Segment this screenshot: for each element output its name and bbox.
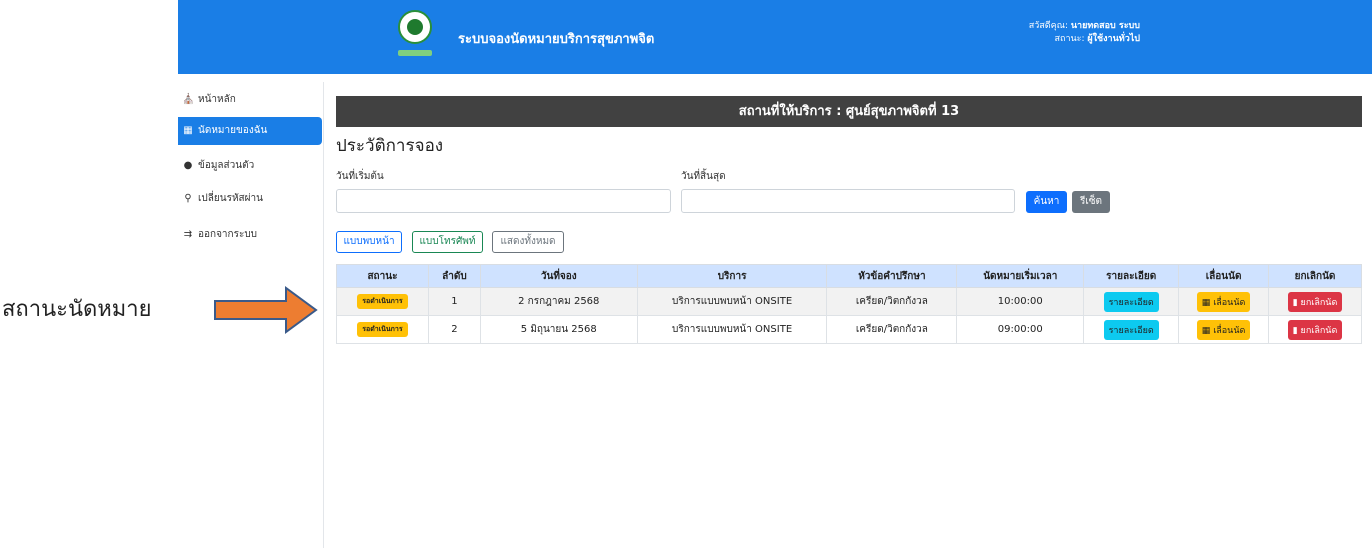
column-header: เลื่อนนัด <box>1178 264 1270 288</box>
order-cell: 2 <box>427 315 481 344</box>
key-icon: ⚲ <box>184 193 192 204</box>
sidebar-item-profile[interactable]: ● ข้อมูลส่วนตัว <box>178 152 322 180</box>
top-header <box>178 0 1372 74</box>
page-title: ประวัติการจอง <box>336 136 444 156</box>
detail-button[interactable]: รายละเอียด <box>1103 319 1159 340</box>
reset-button[interactable]: รีเซ็ต <box>1072 191 1110 213</box>
sidebar-item-home[interactable]: ⛪ หน้าหลัก <box>178 86 322 114</box>
status-cell: รอดำเนินการ <box>336 315 429 344</box>
column-header: หัวข้อคำปรึกษา <box>826 264 958 288</box>
reschedule-label: เลื่อนนัด <box>1213 325 1246 336</box>
sidebar-item-logout[interactable]: ⇉ ออกจากระบบ <box>178 221 322 249</box>
calendar-icon: ▦ <box>1201 297 1211 308</box>
user-icon: ● <box>183 160 193 171</box>
booking-history-table: สถานะ ลำดับ วันที่จอง บริการ หัวข้อคำปรึ… <box>336 264 1362 344</box>
sidebar-item-change-password[interactable]: ⚲ เปลี่ยนรหัสผ่าน <box>178 185 322 213</box>
annotation-label: สถานะนัดหมาย <box>2 297 152 322</box>
cancel-label: ยกเลิกนัด <box>1300 297 1338 308</box>
sidebar-item-label: เปลี่ยนรหัสผ่าน <box>198 193 263 204</box>
detail-cell: รายละเอียด <box>1083 287 1180 316</box>
start-time-cell: 10:00:00 <box>956 287 1085 316</box>
user-role: ผู้ใช้งานทั่วไป <box>1087 34 1140 44</box>
status-cell: รอดำเนินการ <box>336 287 429 316</box>
booking-date-cell: 2 กรกฎาคม 2568 <box>479 287 638 316</box>
filter-onsite-button[interactable]: แบบพบหน้า <box>336 231 402 253</box>
department-logo <box>396 10 434 60</box>
filter-phone-button[interactable]: แบบโทรศัพท์ <box>412 231 483 253</box>
service-cell: บริการแบบพบหน้า ONSITE <box>636 315 828 344</box>
column-header: บริการ <box>636 264 828 288</box>
column-header: นัดหมายเริ่มเวลา <box>956 264 1085 288</box>
logo-ribbon <box>398 50 432 56</box>
end-date-label: วันที่สิ้นสุด <box>681 171 726 182</box>
table-row: รอดำเนินการ 1 2 กรกฎาคม 2568 บริการแบบพบ… <box>336 287 1362 316</box>
column-header: ลำดับ <box>427 264 481 288</box>
topic-cell: เครียด/วิตกกังวล <box>826 315 958 344</box>
topic-cell: เครียด/วิตกกังวล <box>826 287 958 316</box>
search-button[interactable]: ค้นหา <box>1026 191 1067 213</box>
filter-all-button[interactable]: แสดงทั้งหมด <box>492 231 564 253</box>
sidebar-item-label: หน้าหลัก <box>198 94 236 105</box>
cancel-label: ยกเลิกนัด <box>1300 325 1338 336</box>
annotation-arrow-icon <box>214 286 318 334</box>
calendar-icon: ▦ <box>1201 325 1211 336</box>
logo-emblem <box>398 10 432 44</box>
home-icon: ⛪ <box>182 94 195 105</box>
detail-button[interactable]: รายละเอียด <box>1103 291 1159 312</box>
reschedule-cell: ▦ เลื่อนนัด <box>1178 287 1270 316</box>
column-header: ยกเลิกนัด <box>1268 264 1362 288</box>
reschedule-label: เลื่อนนัด <box>1213 297 1246 308</box>
start-time-cell: 09:00:00 <box>956 315 1085 344</box>
booking-date-cell: 5 มิถุนายน 2568 <box>479 315 638 344</box>
cancel-button[interactable]: ▮ ยกเลิกนัด <box>1287 319 1343 340</box>
sidebar-item-label: ข้อมูลส่วนตัว <box>198 160 255 171</box>
cancel-cell: ▮ ยกเลิกนัด <box>1268 287 1362 316</box>
column-header: วันที่จอง <box>479 264 638 288</box>
sidebar-item-label: นัดหมายของฉัน <box>198 125 268 136</box>
status-badge: รอดำเนินการ <box>357 294 408 309</box>
trash-icon: ▮ <box>1292 325 1298 336</box>
cancel-cell: ▮ ยกเลิกนัด <box>1268 315 1362 344</box>
status-label: สถานะ: <box>1054 34 1085 44</box>
user-name: นายทดสอบ ระบบ <box>1070 21 1140 31</box>
table-row: รอดำเนินการ 2 5 มิถุนายน 2568 บริการแบบพ… <box>336 315 1362 344</box>
reschedule-button[interactable]: ▦ เลื่อนนัด <box>1196 291 1251 312</box>
column-header: สถานะ <box>336 264 429 288</box>
trash-icon: ▮ <box>1292 297 1298 308</box>
sidebar-item-my-appointments[interactable]: ▦ นัดหมายของฉัน <box>178 117 322 145</box>
cancel-button[interactable]: ▮ ยกเลิกนัด <box>1287 291 1343 312</box>
start-date-label: วันที่เริ่มต้น <box>336 171 384 182</box>
user-greeting: สวัสดีคุณ: นายทดสอบ ระบบ สถานะ: ผู้ใช้งา… <box>1029 20 1140 46</box>
column-header: รายละเอียด <box>1083 264 1180 288</box>
service-place-bar: สถานที่ให้บริการ : ศูนย์สุขภาพจิตที่ 13 <box>336 96 1362 127</box>
end-date-input[interactable] <box>681 189 1015 213</box>
table-header-row: สถานะ ลำดับ วันที่จอง บริการ หัวข้อคำปรึ… <box>336 264 1362 288</box>
greeting-label: สวัสดีคุณ: <box>1028 21 1069 31</box>
detail-cell: รายละเอียด <box>1083 315 1180 344</box>
sidebar-item-label: ออกจากระบบ <box>198 229 258 240</box>
reschedule-button[interactable]: ▦ เลื่อนนัด <box>1196 319 1251 340</box>
status-badge: รอดำเนินการ <box>357 322 408 337</box>
app-title: ระบบจองนัดหมายบริการสุขภาพจิต <box>458 32 655 47</box>
logout-icon: ⇉ <box>183 229 193 240</box>
calendar-icon: ▦ <box>183 125 193 136</box>
start-date-input[interactable] <box>336 189 671 213</box>
service-cell: บริการแบบพบหน้า ONSITE <box>636 287 828 316</box>
order-cell: 1 <box>427 287 481 316</box>
reschedule-cell: ▦ เลื่อนนัด <box>1178 315 1270 344</box>
